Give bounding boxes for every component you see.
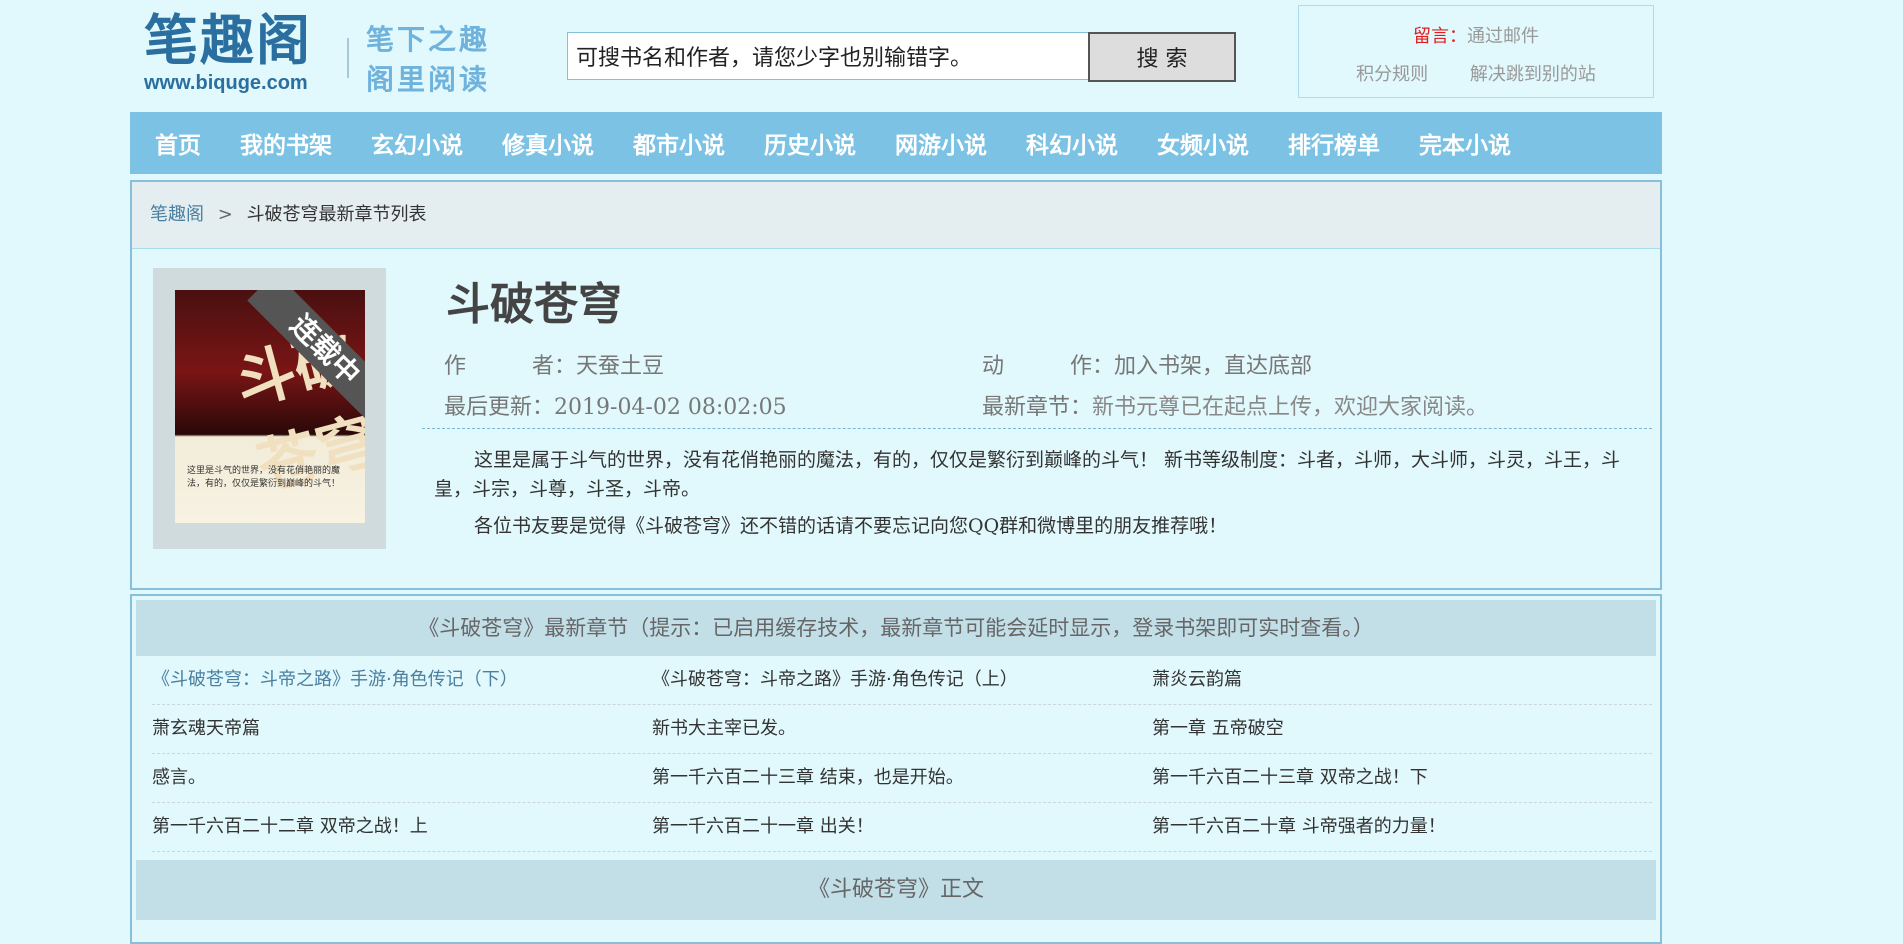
nav-kehuan[interactable]: 科幻小说: [1001, 126, 1118, 160]
nav-dushi[interactable]: 都市小说: [608, 126, 725, 160]
nav-xiuzhen[interactable]: 修真小说: [477, 126, 594, 160]
chapter-link[interactable]: 《斗破苍穹：斗帝之路》手游·角色传记（上）: [652, 656, 1152, 704]
chapter-link[interactable]: 第一千六百二十二章 双帝之战！上: [152, 803, 652, 851]
book-info-box: 笔趣阁 > 斗破苍穹最新章节列表 斗破苍穹 连载中 这里是斗气的世界，没有花俏艳…: [130, 180, 1662, 590]
book-intro: 这里是属于斗气的世界，没有花俏艳丽的魔法，有的，仅仅是繁衍到巅峰的斗气！ 新书等…: [434, 446, 1634, 549]
book-details: 斗破苍穹 作 者：天蚕土豆 动 作：加入书架，直达底部 最后更新：2019-04…: [422, 276, 1652, 537]
nav-nvpin[interactable]: 女频小说: [1132, 126, 1249, 160]
intro-paragraph-1: 这里是属于斗气的世界，没有花俏艳丽的魔法，有的，仅仅是繁衍到巅峰的斗气！ 新书等…: [434, 449, 1621, 500]
add-to-shelf-link[interactable]: 加入书架: [1114, 354, 1202, 379]
logo-url: www.biquge.com: [144, 72, 308, 94]
chapter-link[interactable]: 第一千六百二十三章 双帝之战！下: [1152, 754, 1652, 802]
author-info: 作 者：天蚕土豆: [444, 348, 664, 380]
logo-slogan: 笔下之趣 阁里阅读: [366, 20, 490, 100]
message-label: 留言：: [1413, 26, 1467, 47]
logo-divider: [347, 38, 349, 78]
chapter-list-box: 《斗破苍穹》最新章节（提示：已启用缓存技术，最新章节可能会延时显示，登录书架即可…: [130, 594, 1662, 944]
latest-chapters-header: 《斗破苍穹》最新章节（提示：已启用缓存技术，最新章节可能会延时显示，登录书架即可…: [136, 600, 1656, 656]
chapter-link[interactable]: 感言。: [152, 754, 652, 802]
logo-slogan-line2: 阁里阅读: [366, 63, 491, 96]
actions-label: 动 作：: [982, 354, 1115, 379]
points-rules-link[interactable]: 积分规则: [1356, 64, 1428, 85]
search-input[interactable]: [567, 32, 1090, 80]
author-label: 作 者：: [444, 354, 577, 379]
chapter-link[interactable]: 萧炎云韵篇: [1152, 656, 1652, 704]
nav-lishi[interactable]: 历史小说: [739, 126, 856, 160]
breadcrumb-separator-icon: >: [217, 204, 233, 225]
main-nav: 首页 我的书架 玄幻小说 修真小说 都市小说 历史小说 网游小说 科幻小说 女频…: [130, 112, 1662, 174]
search-button[interactable]: 搜 索: [1088, 32, 1236, 82]
nav-home[interactable]: 首页: [130, 126, 201, 160]
updated-time: 2019-04-02 08:02:05: [554, 395, 787, 420]
info-divider: [422, 428, 1652, 429]
site-logo[interactable]: 笔趣阁 www.biquge.com 笔下之趣 阁里阅读: [144, 8, 519, 96]
latest-chapter: 最新章节：新书元尊已在起点上传，欢迎大家阅读。: [982, 389, 1488, 421]
cover-blurb: 这里是斗气的世界，没有花俏艳丽的魔法，有的，仅仅是繁衍到巅峰的斗气！: [187, 466, 341, 489]
chapter-row: 感言。 第一千六百二十三章 结束，也是开始。 第一千六百二十三章 双帝之战！下: [152, 754, 1652, 803]
actions-info: 动 作：加入书架，直达底部: [982, 348, 1312, 380]
message-row: 留言：通过邮件: [1299, 22, 1653, 48]
chapter-row: 《斗破苍穹：斗帝之路》手游·角色传记（下） 《斗破苍穹：斗帝之路》手游·角色传记…: [152, 656, 1652, 705]
user-panel: 留言：通过邮件 积分规则 解决跳到别的站: [1298, 5, 1654, 98]
intro-paragraph-2: 各位书友要是觉得《斗破苍穹》还不错的话请不要忘记向您QQ群和微博里的朋友推荐哦！: [474, 515, 1228, 537]
book-cover: 斗破苍穹 连载中 这里是斗气的世界，没有花俏艳丽的魔法，有的，仅仅是繁衍到巅峰的…: [153, 268, 386, 549]
chapter-link[interactable]: 第一千六百二十章 斗帝强者的力量！: [1152, 803, 1652, 851]
jump-to-bottom-link[interactable]: 直达底部: [1224, 354, 1312, 379]
chapter-link[interactable]: 萧玄魂天帝篇: [152, 705, 652, 753]
nav-wangyou[interactable]: 网游小说: [870, 126, 987, 160]
main-text-header: 《斗破苍穹》正文: [136, 860, 1656, 920]
breadcrumb-home-link[interactable]: 笔趣阁: [150, 204, 204, 225]
user-links: 积分规则 解决跳到别的站: [1299, 60, 1653, 86]
nav-completed[interactable]: 完本小说: [1394, 126, 1511, 160]
chapter-row: 第一千六百二十二章 双帝之战！上 第一千六百二十一章 出关！ 第一千六百二十章 …: [152, 803, 1652, 852]
message-link[interactable]: 通过邮件: [1467, 26, 1539, 47]
updated-label: 最后更新：: [444, 395, 555, 420]
chapter-link[interactable]: 《斗破苍穹：斗帝之路》手游·角色传记（下）: [152, 656, 652, 704]
book-title: 斗破苍穹: [446, 279, 622, 330]
chapter-row: 萧玄魂天帝篇 新书大主宰已发。 第一章 五帝破空: [152, 705, 1652, 754]
chapter-link[interactable]: 第一千六百二十三章 结束，也是开始。: [652, 754, 1152, 802]
chapter-link[interactable]: 第一千六百二十一章 出关！: [652, 803, 1152, 851]
logo-slogan-line1: 笔下之趣: [366, 23, 491, 56]
actions-separator: ，: [1202, 354, 1225, 379]
latest-chapter-list: 《斗破苍穹：斗帝之路》手游·角色传记（下） 《斗破苍穹：斗帝之路》手游·角色传记…: [152, 656, 1652, 852]
breadcrumb: 笔趣阁 > 斗破苍穹最新章节列表: [132, 182, 1660, 249]
nav-xuanhuan[interactable]: 玄幻小说: [346, 126, 463, 160]
nav-ranking[interactable]: 排行榜单: [1263, 126, 1380, 160]
breadcrumb-current: 斗破苍穹最新章节列表: [246, 204, 427, 225]
chapter-link[interactable]: 新书大主宰已发。: [652, 705, 1152, 753]
latest-chapter-link[interactable]: 新书元尊已在起点上传，欢迎大家阅读。: [1092, 395, 1488, 420]
latest-chapter-label: 最新章节：: [982, 395, 1093, 420]
redirect-help-link[interactable]: 解决跳到别的站: [1470, 64, 1596, 85]
author-name: 天蚕土豆: [576, 354, 665, 379]
last-updated: 最后更新：2019-04-02 08:02:05: [444, 389, 787, 421]
logo-text: 笔趣阁: [144, 8, 312, 72]
nav-bookshelf[interactable]: 我的书架: [215, 126, 332, 160]
site-header: 笔趣阁 www.biquge.com 笔下之趣 阁里阅读 搜 索 留言：通过邮件…: [130, 0, 1662, 110]
book-cover-image: 斗破苍穹 连载中 这里是斗气的世界，没有花俏艳丽的魔法，有的，仅仅是繁衍到巅峰的…: [175, 290, 365, 523]
chapter-link[interactable]: 第一章 五帝破空: [1152, 705, 1652, 753]
